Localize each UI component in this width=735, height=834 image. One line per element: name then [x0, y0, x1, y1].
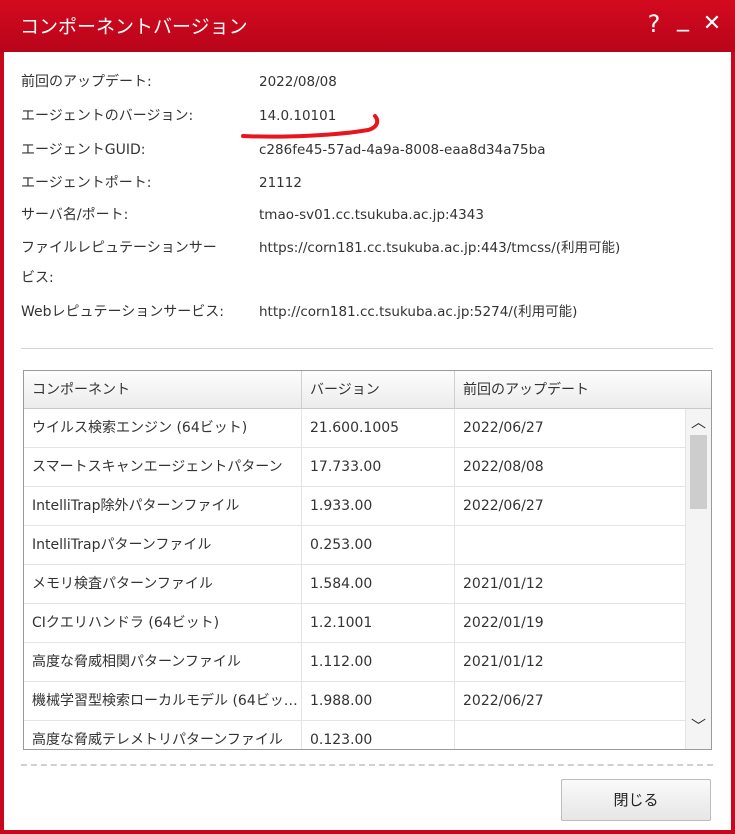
table-row[interactable]: メモリ検査パターンファイル 1.584.00 2021/01/12 — [24, 565, 686, 604]
column-header-version[interactable]: バージョン — [302, 371, 455, 409]
cell-version: 1.933.00 — [302, 487, 455, 526]
cell-last-update: 2022/08/08 — [455, 448, 686, 487]
cell-last-update: 2022/06/27 — [455, 409, 686, 448]
info-label: エージェントGUID: — [21, 142, 146, 158]
cell-component: 高度な脅威テレメトリパターンファイル — [24, 721, 302, 749]
component-table: コンポーネント バージョン 前回のアップデート ウイルス検索エンジン (64ビッ… — [23, 370, 712, 750]
close-button[interactable]: 閉じる — [561, 779, 711, 821]
cell-version: 0.253.00 — [302, 526, 455, 565]
table-row[interactable]: 高度な脅威テレメトリパターンファイル 0.123.00 — [24, 721, 686, 749]
footer-divider — [21, 764, 713, 766]
table-row[interactable]: ウイルス検索エンジン (64ビット) 21.600.1005 2022/06/2… — [24, 409, 686, 448]
info-label: エージェントのバージョン: — [21, 108, 194, 124]
table-row[interactable]: 機械学習型検索ローカルモデル (64ビット) 1.988.00 2022/06/… — [24, 682, 686, 721]
scroll-down-icon[interactable]: ﹀ — [686, 715, 711, 737]
cell-last-update: 2022/06/27 — [455, 487, 686, 526]
table-row[interactable]: IntelliTrapパターンファイル 0.253.00 — [24, 526, 686, 565]
close-icon[interactable]: ✕ — [698, 8, 726, 40]
cell-last-update: 2021/01/12 — [455, 565, 686, 604]
cell-component: ウイルス検索エンジン (64ビット) — [24, 409, 302, 448]
info-value: http://corn181.cc.tsukuba.ac.jp:5274/(利用… — [259, 304, 578, 320]
dialog-body: 前回のアップデート: 2022/08/08 エージェントのバージョン: 14.0… — [4, 52, 731, 830]
table-row[interactable]: CIクエリハンドラ (64ビット) 1.2.1001 2022/01/19 — [24, 604, 686, 643]
section-divider — [21, 348, 713, 349]
scroll-up-icon[interactable]: ︿ — [686, 411, 711, 433]
table-row[interactable]: 高度な脅威相関パターンファイル 1.112.00 2021/01/12 — [24, 643, 686, 682]
cell-last-update: 2022/06/27 — [455, 682, 686, 721]
table-header: コンポーネント バージョン 前回のアップデート — [24, 371, 711, 409]
table-row[interactable]: IntelliTrap除外パターンファイル 1.933.00 2022/06/2… — [24, 487, 686, 526]
cell-version: 21.600.1005 — [302, 409, 455, 448]
component-version-window: コンポーネントバージョン ? _ ✕ 前回のアップデート: 2022/08/08… — [0, 0, 735, 834]
cell-component: メモリ検査パターンファイル — [24, 565, 302, 604]
info-value: tmao-sv01.cc.tsukuba.ac.jp:4343 — [259, 207, 484, 223]
table-row[interactable]: スマートスキャンエージェントパターン 17.733.00 2022/08/08 — [24, 448, 686, 487]
cell-component: CIクエリハンドラ (64ビット) — [24, 604, 302, 643]
cell-component: IntelliTrapパターンファイル — [24, 526, 302, 565]
info-value: 2022/08/08 — [259, 74, 337, 90]
cell-version: 0.123.00 — [302, 721, 455, 749]
minimize-button[interactable]: _ — [669, 2, 697, 34]
cell-component: IntelliTrap除外パターンファイル — [24, 487, 302, 526]
info-label: ファイルレピュテーションサー — [21, 240, 217, 256]
cell-last-update — [455, 526, 686, 565]
column-header-component[interactable]: コンポーネント — [24, 371, 302, 409]
scrollbar-thumb[interactable] — [690, 435, 707, 509]
info-label: 前回のアップデート: — [21, 74, 152, 90]
cell-version: 1.112.00 — [302, 643, 455, 682]
cell-version: 1.584.00 — [302, 565, 455, 604]
cell-version: 17.733.00 — [302, 448, 455, 487]
info-label-continued: ビス: — [21, 270, 54, 286]
info-value: 21112 — [259, 175, 302, 191]
info-label: エージェントポート: — [21, 175, 152, 191]
cell-component: 高度な脅威相関パターンファイル — [24, 643, 302, 682]
title-bar: コンポーネントバージョン ? _ ✕ — [0, 0, 735, 52]
cell-last-update: 2022/01/19 — [455, 604, 686, 643]
info-label: サーバ名/ポート: — [21, 207, 129, 223]
cell-version: 1.988.00 — [302, 682, 455, 721]
info-label: Webレピュテーションサービス: — [21, 304, 224, 320]
column-header-last-update[interactable]: 前回のアップデート — [455, 371, 711, 409]
cell-component: 機械学習型検索ローカルモデル (64ビット) — [24, 682, 302, 721]
info-value: https://corn181.cc.tsukuba.ac.jp:443/tmc… — [259, 240, 621, 256]
vertical-scrollbar[interactable]: ︿ ﹀ — [686, 409, 711, 749]
cell-version: 1.2.1001 — [302, 604, 455, 643]
cell-last-update — [455, 721, 686, 749]
cell-component: スマートスキャンエージェントパターン — [24, 448, 302, 487]
cell-last-update: 2021/01/12 — [455, 643, 686, 682]
info-value: c286fe45-57ad-4a9a-8008-eaa8d34a75ba — [259, 142, 546, 158]
help-icon[interactable]: ? — [640, 8, 668, 40]
window-title: コンポーネントバージョン — [20, 16, 248, 38]
